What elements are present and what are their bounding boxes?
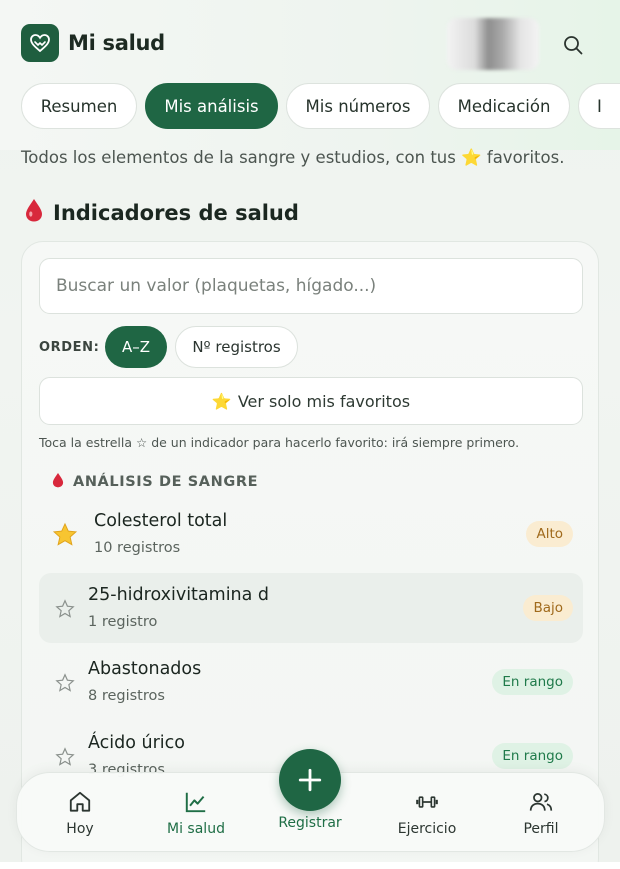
indicator-name: Ácido úrico bbox=[88, 733, 186, 753]
register-fab-button[interactable] bbox=[279, 749, 341, 811]
nav-mi-salud-label: Mi salud bbox=[167, 821, 225, 837]
indicator-row[interactable]: Colesterol total 10 registros Alto bbox=[39, 499, 583, 569]
nav-hoy[interactable]: Hoy bbox=[25, 773, 135, 853]
group-header: ANÁLISIS DE SANGRE bbox=[51, 471, 258, 493]
indicator-count: 10 registros bbox=[94, 540, 181, 556]
indicator-name: Colesterol total bbox=[94, 511, 228, 531]
register-label[interactable]: Registrar bbox=[260, 815, 360, 831]
blood-drop-icon bbox=[23, 197, 45, 228]
status-badge: En rango bbox=[492, 743, 573, 769]
app-title: Mi salud bbox=[68, 31, 165, 55]
favorite-star-outline-icon[interactable] bbox=[51, 669, 79, 697]
indicator-count: 1 registro bbox=[88, 614, 158, 630]
tab-mis-numeros[interactable]: Mis números bbox=[286, 83, 430, 129]
nav-perfil[interactable]: Perfil bbox=[486, 773, 596, 853]
favorite-star-outline-icon[interactable] bbox=[51, 743, 79, 771]
status-badge: En rango bbox=[492, 669, 573, 695]
sort-count-chip[interactable]: Nº registros bbox=[175, 326, 298, 368]
chart-icon bbox=[185, 792, 206, 813]
indicator-row[interactable]: Abastonados 8 registros En rango bbox=[39, 647, 583, 717]
favorite-star-outline-icon[interactable] bbox=[51, 595, 79, 623]
nav-hoy-label: Hoy bbox=[66, 821, 94, 837]
tab-more[interactable]: I bbox=[578, 83, 620, 129]
home-icon bbox=[69, 791, 91, 812]
heart-hands-icon bbox=[30, 34, 50, 53]
blood-drop-icon bbox=[51, 471, 65, 493]
indicator-count: 8 registros bbox=[88, 688, 165, 704]
favorite-hint: Toca la estrella ☆ de un indicador para … bbox=[39, 435, 520, 450]
nav-ejercicio[interactable]: Ejercicio bbox=[372, 773, 482, 853]
tab-medicacion[interactable]: Medicación bbox=[438, 83, 570, 129]
group-title: ANÁLISIS DE SANGRE bbox=[73, 474, 259, 490]
page-subtitle: Todos los elementos de la sangre y estud… bbox=[21, 148, 565, 167]
indicator-name: Abastonados bbox=[88, 659, 202, 679]
nav-mi-salud[interactable]: Mi salud bbox=[141, 773, 251, 853]
section-header: Indicadores de salud bbox=[23, 197, 299, 228]
system-bar bbox=[0, 862, 620, 869]
nav-perfil-label: Perfil bbox=[523, 821, 559, 837]
users-icon bbox=[529, 793, 553, 811]
avatar[interactable] bbox=[447, 18, 539, 70]
section-title: Indicadores de salud bbox=[53, 200, 299, 225]
favorites-only-label: Ver solo mis favoritos bbox=[237, 391, 411, 411]
app-header: Mi salud Resumen Mis análisis Mis número… bbox=[0, 0, 620, 150]
tab-resumen[interactable]: Resumen bbox=[21, 83, 137, 129]
app-logo bbox=[21, 24, 59, 62]
indicator-row[interactable]: 25-hidroxivitamina d 1 registro Bajo bbox=[39, 573, 583, 643]
sort-az-chip[interactable]: A–Z bbox=[105, 326, 167, 368]
indicator-name: 25-hidroxivitamina d bbox=[88, 585, 270, 605]
indicator-search-input[interactable] bbox=[39, 258, 583, 314]
status-badge: Alto bbox=[526, 521, 573, 547]
tab-mis-analisis[interactable]: Mis análisis bbox=[145, 83, 278, 129]
favorites-only-button[interactable]: ⭐ Ver solo mis favoritos bbox=[39, 377, 583, 425]
nav-ejercicio-label: Ejercicio bbox=[397, 821, 457, 837]
star-icon: ⭐ bbox=[211, 391, 232, 411]
search-button[interactable] bbox=[558, 30, 588, 60]
order-label: ORDEN: bbox=[39, 340, 100, 355]
tab-bar: Resumen Mis análisis Mis números Medicac… bbox=[21, 83, 620, 129]
dumbbell-icon bbox=[416, 796, 438, 808]
search-icon bbox=[564, 36, 583, 55]
favorite-star-icon[interactable] bbox=[51, 521, 79, 549]
plus-icon bbox=[298, 768, 322, 792]
status-badge: Bajo bbox=[523, 595, 573, 621]
